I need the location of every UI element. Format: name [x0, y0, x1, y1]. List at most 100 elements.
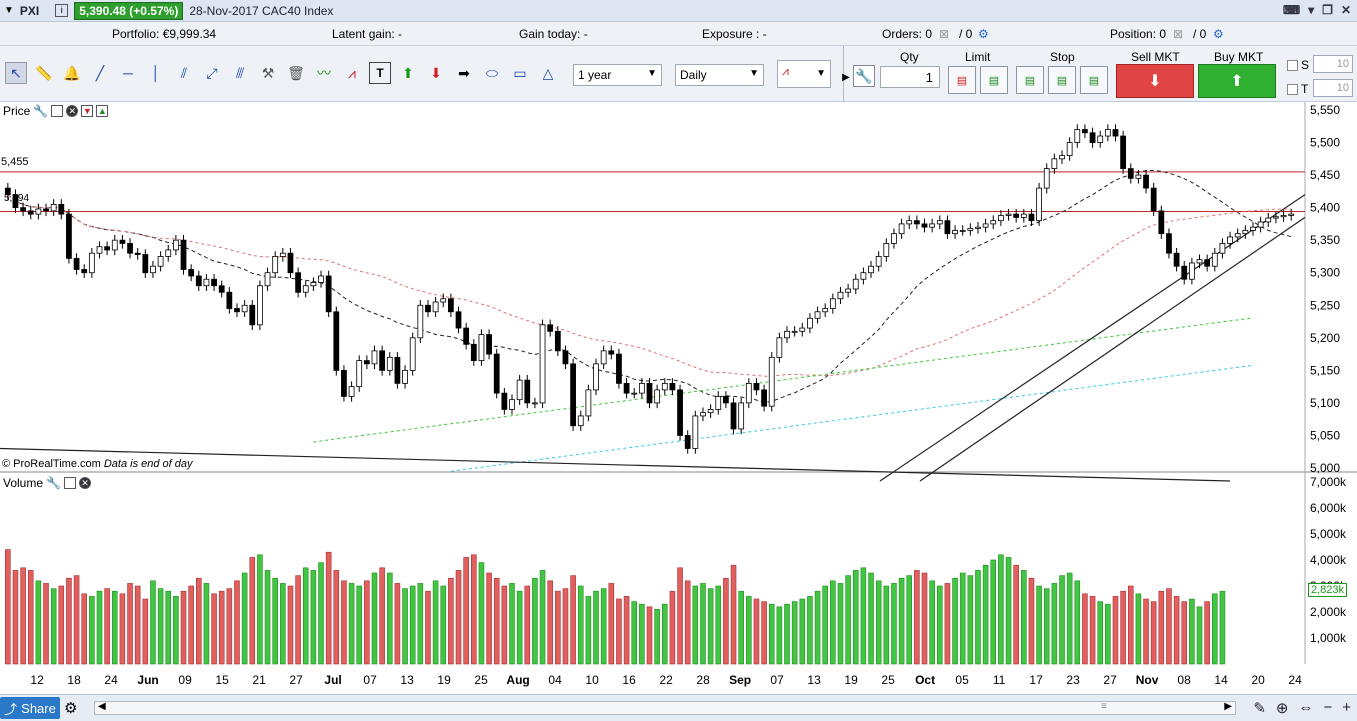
volume-bar — [379, 567, 385, 665]
scroll-left-icon[interactable]: ◀ — [98, 701, 106, 712]
keyboard-icon[interactable]: ⌨ — [1283, 3, 1300, 17]
stop-sell-button[interactable]: ▤ — [1048, 66, 1076, 94]
volume-bar — [998, 554, 1004, 665]
candle-body — [1028, 213, 1035, 222]
stop-trail-button[interactable]: ▤ — [1080, 66, 1108, 94]
volume-bar — [631, 601, 638, 665]
channel-icon[interactable]: ⫽ — [173, 62, 195, 84]
auto-scale-icon[interactable]: ⇔ — [1298, 699, 1313, 717]
limit-sell-button[interactable]: ▤ — [980, 66, 1008, 94]
trash-icon[interactable]: 🗑 — [285, 62, 307, 84]
volume-bar — [875, 580, 882, 665]
chevron-down-icon: ▼ — [647, 68, 657, 79]
volume-bar — [402, 588, 408, 665]
zoom-fit-icon[interactable]: ⊕ — [1276, 699, 1289, 717]
volume-bar — [830, 580, 836, 665]
date-tick-label: 22 — [659, 673, 673, 687]
volume-tick-label: 4,000k — [1310, 553, 1347, 567]
volume-bar — [585, 596, 592, 665]
indicator-icon[interactable]: 〰 — [313, 62, 335, 84]
price-tick-label: 5,250 — [1310, 298, 1340, 312]
close-position-icon[interactable]: ⊠ — [1173, 27, 1183, 41]
zoom-out-icon[interactable]: − — [1323, 699, 1332, 717]
horizontal-line-icon[interactable]: ─ — [117, 62, 139, 84]
volume-bar — [860, 567, 867, 665]
parallel-lines-icon[interactable]: ⫻ — [229, 62, 251, 84]
interval-select[interactable]: Daily ▼ — [675, 64, 764, 86]
buy-market-button[interactable]: ⬆ — [1198, 64, 1276, 98]
candle-body — [1104, 129, 1111, 137]
minimize-icon[interactable]: ▾ — [1308, 3, 1314, 17]
candle-body — [570, 363, 576, 427]
volume-bar — [509, 583, 515, 665]
sell-market-button[interactable]: ⬇ — [1116, 64, 1194, 98]
candle-body — [1005, 213, 1012, 216]
symbol-label[interactable]: PXI — [20, 4, 39, 18]
stop-checkbox[interactable] — [1287, 60, 1298, 72]
candle-body — [1280, 215, 1287, 218]
close-icon[interactable]: ✕ — [1341, 3, 1351, 17]
candle-body — [81, 269, 88, 274]
volume-bar — [799, 598, 806, 665]
ellipse-icon[interactable]: ⬭ — [481, 62, 503, 84]
horizontal-scrollbar[interactable]: ◀ ≡ ▶ — [94, 701, 1236, 715]
scroll-grip-icon[interactable]: ≡ — [1101, 701, 1107, 712]
fibonacci-icon[interactable]: ⤢ — [201, 62, 223, 84]
tools-icon[interactable]: ⚒ — [257, 62, 279, 84]
restore-icon[interactable]: ❐ — [1322, 3, 1333, 17]
collapse-arrow-icon[interactable]: ▶ — [841, 66, 851, 88]
volume-bar — [165, 590, 172, 665]
volume-bar — [455, 570, 462, 665]
volume-bar — [746, 596, 752, 665]
candle-body — [1120, 135, 1127, 169]
text-tool-icon[interactable]: T — [369, 62, 391, 84]
info-icon[interactable]: i — [55, 4, 69, 17]
chart-area[interactable]: 5,550 5,500 5,450 5,400 5,350 5,300 5,250 5,200… — [0, 102, 1357, 694]
ruler-icon[interactable]: 📏 — [33, 62, 55, 84]
date-tick-label: 05 — [955, 673, 969, 687]
buy-arrow-icon[interactable]: ⬆ — [397, 62, 419, 84]
draw-icon[interactable]: ✎ — [1253, 699, 1266, 717]
stop-distance-input[interactable] — [1313, 55, 1353, 73]
date-tick-label: 11 — [993, 673, 1006, 687]
candle-body — [845, 288, 851, 293]
candle-body — [1127, 168, 1134, 179]
triangle-icon[interactable]: △ — [537, 62, 559, 84]
volume-bar — [761, 601, 767, 665]
candle-body — [58, 203, 65, 215]
sell-arrow-icon[interactable]: ⬇ — [425, 62, 447, 84]
target-distance-input[interactable] — [1313, 79, 1353, 97]
right-arrow-icon[interactable]: ➡ — [453, 62, 475, 84]
alert-bell-icon[interactable]: 🔔 — [61, 62, 83, 84]
volume-bar — [730, 564, 737, 665]
candle-body — [577, 415, 584, 427]
stop-buy-button[interactable]: ▤ — [1016, 66, 1044, 94]
chart-style-select[interactable]: ⩘ ▼ — [777, 60, 831, 88]
position-settings-icon[interactable]: ⚙ — [1213, 27, 1224, 41]
limit-buy-button[interactable]: ▤ — [948, 66, 976, 94]
share-button[interactable]: ⤴ Share — [0, 697, 60, 719]
target-checkbox[interactable] — [1287, 84, 1298, 96]
wrench-icon[interactable]: 🔧 — [853, 65, 875, 87]
dropdown-arrow-icon[interactable]: ▼ — [4, 5, 14, 16]
volume-bar — [639, 603, 645, 665]
volume-tick-label: 6,000k — [1310, 501, 1347, 515]
cancel-orders-icon[interactable]: ⊠ — [939, 27, 949, 41]
volume-bar — [493, 577, 500, 665]
volume-bar — [906, 575, 913, 665]
volume-bar — [692, 585, 699, 665]
zoom-in-icon[interactable]: + — [1342, 699, 1351, 717]
quantity-input[interactable] — [880, 66, 940, 88]
pointer-icon[interactable]: ↖ — [5, 62, 27, 84]
orders-settings-icon[interactable]: ⚙ — [978, 27, 989, 41]
trendline-icon[interactable]: ╱ — [89, 62, 111, 84]
candle-body — [1227, 236, 1233, 244]
scroll-right-icon[interactable]: ▶ — [1224, 701, 1232, 712]
candle-body — [325, 275, 332, 313]
period-select[interactable]: 1 year ▼ — [573, 64, 662, 86]
vertical-line-icon[interactable]: │ — [145, 62, 167, 84]
rectangle-icon[interactable]: ▭ — [509, 62, 531, 84]
candle-body — [646, 382, 653, 404]
zigzag-icon[interactable]: ⩘ — [341, 62, 363, 84]
layout-icon[interactable]: ⚙ — [64, 699, 77, 717]
